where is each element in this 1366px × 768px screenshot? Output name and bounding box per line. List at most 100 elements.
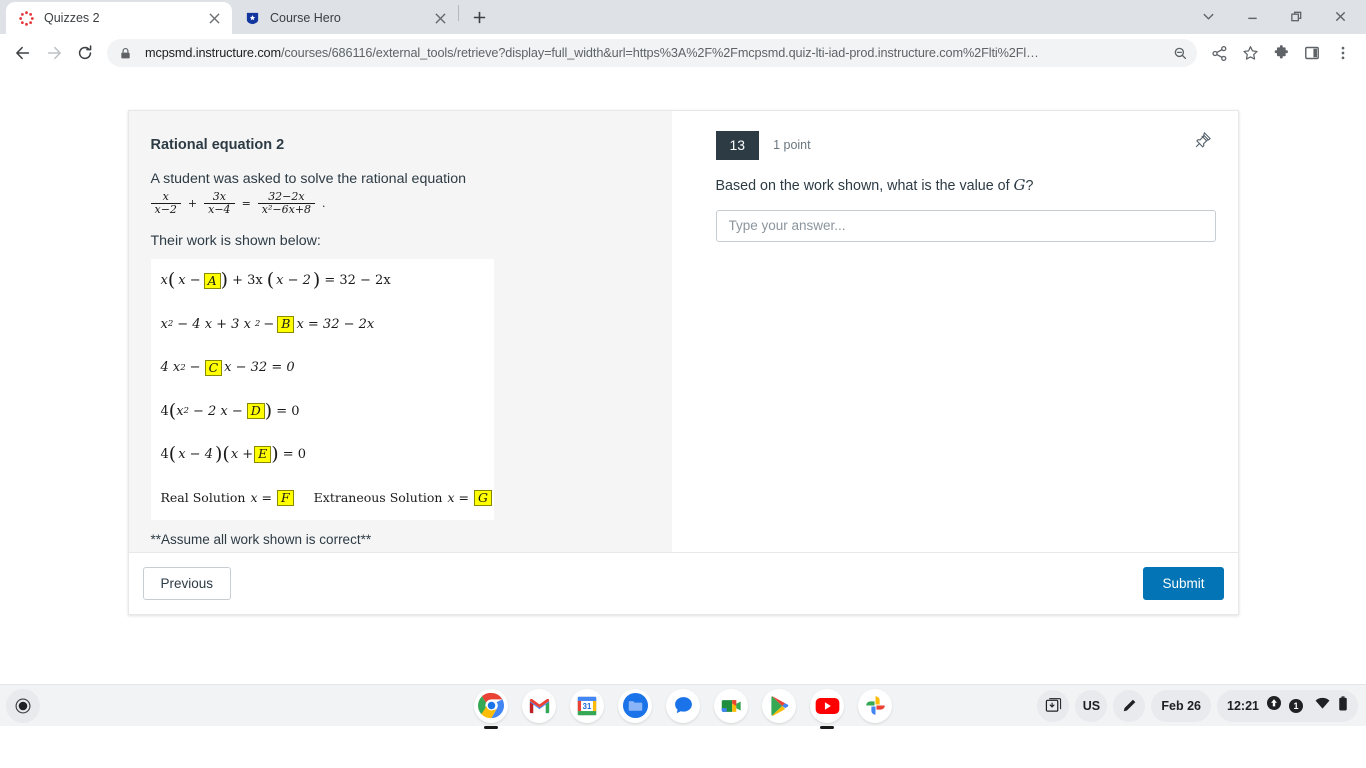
work-token: x [160,273,168,289]
launcher-icon[interactable] [6,688,40,723]
paren-close: ) [312,269,321,292]
address-bar[interactable]: mcpsmd.instructure.com/courses/686116/ex… [107,39,1197,67]
chrome-icon[interactable] [474,688,508,729]
stimulus-title: Rational equation 2 [150,137,285,153]
play-store-icon[interactable] [762,688,796,723]
question-panel: 13 1 point Based on the work shown, what… [671,111,1238,552]
quiz-body: Rational equation 2 A student was asked … [128,111,1238,552]
close-icon[interactable] [206,10,223,27]
time-label: 12:21 [1227,698,1259,713]
quiz-footer: Previous Submit [128,552,1238,614]
answer-input[interactable] [715,209,1216,242]
calendar-icon[interactable]: 31 [570,688,604,723]
exponent: 2 [167,319,174,330]
pushpin-icon[interactable] [1190,127,1216,153]
close-icon[interactable] [432,10,449,27]
work-token: − [189,360,201,376]
work-token: x − 2 [276,273,311,289]
system-tray: US Feb 26 12:21 1 [1037,689,1358,722]
browser-toolbar: mcpsmd.instructure.com/courses/686116/ex… [0,34,1366,72]
keyboard-layout-indicator[interactable]: US [1075,689,1108,722]
side-panel-icon[interactable] [1297,38,1327,68]
work-token: x [176,403,184,419]
zoom-out-icon[interactable] [1167,46,1193,61]
work-blank-b: B [277,316,295,333]
work-blank-c: C [204,359,223,376]
paren-open: ( [266,269,275,292]
work-blank-g: G [473,489,492,507]
three-dot-menu-icon[interactable] [1328,38,1358,68]
course-hero-shield-icon [244,10,261,27]
work-token: + 3x [232,273,263,289]
date-indicator[interactable]: Feb 26 [1151,689,1212,722]
exponent: 2 [254,319,261,330]
extensions-puzzle-icon[interactable] [1266,38,1296,68]
browser-window: Quizzes 2 Course Hero mcpsmd.instructure… [0,0,1366,729]
work-token: 4 [160,446,169,462]
gmail-icon[interactable] [522,688,556,723]
work-token: = 32 − 2x [324,273,391,289]
work-shown-label: Their work is shown below: [150,232,321,249]
running-indicator [484,726,498,729]
work-token: x − [178,273,201,289]
maximize-icon[interactable] [1274,2,1318,30]
bookmark-star-icon[interactable] [1235,38,1265,68]
paren-open: ( [167,269,176,292]
work-line-5: 4 ( x − 4 ) ( x + E ) = 0 [160,442,480,465]
share-icon[interactable] [1204,38,1234,68]
work-token: x + [230,446,254,462]
fraction-denominator: x²−6x+8 [257,203,316,216]
question-number-badge: 13 [715,131,760,160]
equation-operator-plus: + [187,197,198,211]
work-token: x [160,316,168,332]
window-controls [1186,2,1362,30]
paren-close: ) [271,442,279,465]
meet-icon[interactable] [714,688,748,723]
reload-icon[interactable] [70,38,100,68]
minimize-icon[interactable] [1230,2,1274,30]
close-icon[interactable] [1318,2,1362,30]
new-tab-button[interactable] [465,3,493,31]
stylus-pen-icon[interactable] [1113,689,1146,722]
fraction-term-3: 32−2x x²−6x+8 [257,190,316,217]
stimulus-panel: Rational equation 2 A student was asked … [128,111,672,552]
equation-period: . [322,197,326,211]
fraction-term-2: 3x x−4 [204,190,235,217]
prompt-text: Based on the work shown, what is the val… [715,177,1014,194]
paren-open: ( [222,442,230,465]
work-token: = 0 [282,446,307,462]
files-icon[interactable] [618,688,652,723]
prompt-variable: G [1013,175,1026,194]
work-line-6: Real Solution x = F Extraneous Solution … [161,489,492,507]
fraction-denominator: x−2 [150,203,181,216]
fraction-term-1: x x−2 [150,190,181,217]
submit-button[interactable]: Submit [1143,567,1224,600]
student-work-image: x ( x − A ) + 3x ( x − 2 ) = 32 − 2x x 2… [150,258,494,521]
running-indicator [820,726,834,729]
browser-tab-quizzes[interactable]: Quizzes 2 [6,2,232,34]
messages-icon[interactable] [666,688,700,723]
photos-icon[interactable] [858,688,892,723]
work-token: x − 32 = 0 [224,360,295,376]
tab-search-chevron-icon[interactable] [1186,2,1230,30]
status-area[interactable]: 12:21 1 [1217,689,1358,722]
work-token: x − 4 [178,446,213,462]
url-path: /courses/686116/external_tools/retrieve?… [281,46,1039,60]
browser-tab-course-hero[interactable]: Course Hero [232,2,458,34]
keyboard-layout-label: US [1082,698,1101,713]
previous-button[interactable]: Previous [142,567,232,600]
site-lock-icon[interactable] [119,47,135,60]
work-blank-a: A [203,272,221,290]
rational-equation: x x−2 + 3x x−4 = 32−2x x²−6x+8 . [150,190,650,217]
back-arrow-icon[interactable] [8,38,38,68]
chromeos-shelf: 31 US Feb 26 12:21 1 [0,684,1366,729]
update-available-icon [1267,696,1281,715]
quiz-card: Rational equation 2 A student was asked … [127,110,1239,615]
paren-open: ( [168,442,177,465]
screen-capture-icon[interactable] [1037,689,1070,722]
work-token: x = [250,490,272,506]
youtube-icon[interactable] [810,688,844,729]
shelf-app-list: 31 [474,688,892,729]
equation-operator-equals: = [241,197,251,211]
canvas-spinner-icon [18,10,35,27]
